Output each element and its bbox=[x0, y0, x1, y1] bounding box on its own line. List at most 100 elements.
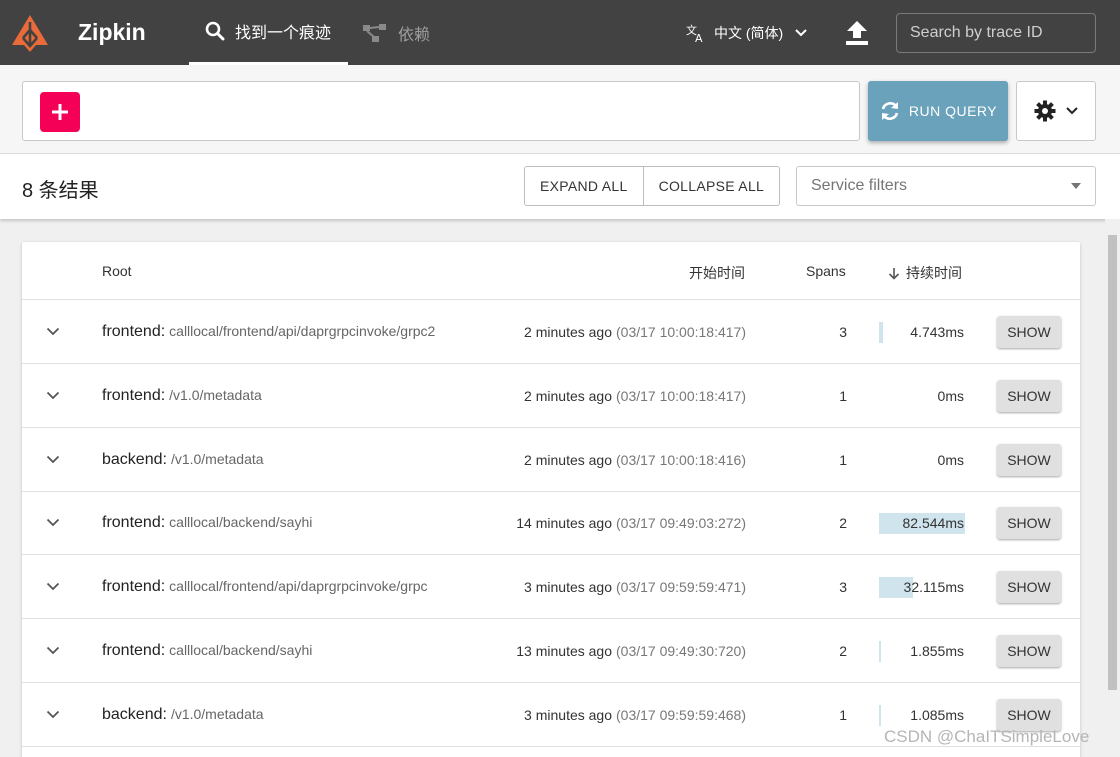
table-row[interactable]: frontend: calllocal/backend/sayhi 14 minut… bbox=[22, 491, 1080, 556]
zipkin-logo-icon[interactable] bbox=[9, 12, 51, 54]
root-span-name: frontend: calllocal/frontend/api/daprgrpc… bbox=[102, 578, 428, 596]
run-query-button[interactable]: RUN QUERY bbox=[868, 81, 1008, 141]
search-icon bbox=[205, 21, 225, 41]
start-time-absolute: (03/17 10:00:18:416) bbox=[616, 451, 746, 468]
expand-row-chevron-icon[interactable] bbox=[46, 452, 60, 466]
page-scrollbar[interactable] bbox=[1105, 219, 1120, 757]
language-label: 中文 (简体) bbox=[714, 24, 784, 41]
start-time-relative: 3 minutes ago bbox=[524, 579, 612, 596]
start-time-relative: 2 minutes ago bbox=[524, 324, 612, 340]
brand-name[interactable]: Zipkin bbox=[78, 19, 146, 46]
column-header-root[interactable]: Root bbox=[102, 263, 132, 279]
root-span-name: backend:/v1.0/metadata bbox=[102, 706, 264, 724]
query-criteria-box[interactable] bbox=[22, 81, 860, 141]
expand-collapse-group: EXPAND ALL COLLAPSE ALL bbox=[524, 166, 781, 206]
upload-icon[interactable] bbox=[845, 20, 869, 46]
tab-dependencies[interactable]: 依赖 bbox=[362, 0, 452, 65]
column-header-spans[interactable]: Spans bbox=[806, 263, 846, 279]
expand-row-chevron-icon[interactable] bbox=[46, 707, 60, 721]
table-row[interactable]: frontend:/v1.0/metadata 2 minutes ago (03/… bbox=[22, 364, 1080, 428]
start-time: 3 minutes ago (03/17 09:59:59:468) bbox=[524, 707, 746, 723]
span-path: calllocal/backend/sayhi bbox=[169, 642, 313, 658]
gear-icon bbox=[1034, 100, 1056, 122]
span-path: /v1.0/metadata bbox=[169, 386, 262, 403]
root-span-name: frontend: calllocal/frontend/api/daprgrpc… bbox=[102, 323, 435, 341]
scrollbar-thumb[interactable] bbox=[1108, 235, 1117, 690]
expand-all-button[interactable]: EXPAND ALL bbox=[525, 167, 643, 205]
root-span-name: frontend: calllocal/backend/sayhi bbox=[102, 514, 312, 532]
start-time: 2 minutes ago (03/17 10:00:18:417) bbox=[524, 324, 746, 340]
column-header-start-time[interactable]: 开始时间 bbox=[689, 263, 745, 283]
table-row[interactable]: frontend: calllocal/frontend/api/daprgrpc… bbox=[22, 555, 1080, 620]
span-path: /v1.0/metadata bbox=[170, 705, 264, 722]
duration-bar bbox=[879, 704, 881, 726]
span-path: calllocal/frontend/api/daprgrpcinvoke/gr… bbox=[169, 323, 436, 339]
duration-value: 0ms bbox=[937, 451, 964, 468]
watermark: CSDN @ChaITSimpleLove bbox=[884, 727, 1090, 746]
collapse-all-button[interactable]: COLLAPSE ALL bbox=[642, 167, 780, 205]
expand-row-chevron-icon[interactable] bbox=[46, 579, 60, 593]
duration-value: 32.115ms bbox=[903, 579, 964, 596]
sort-arrow-down-icon bbox=[888, 267, 900, 280]
show-trace-button[interactable]: SHOW bbox=[997, 507, 1061, 540]
service-name: frontend: bbox=[102, 386, 166, 404]
span-count: 2 bbox=[839, 643, 847, 659]
span-count: 2 bbox=[839, 515, 847, 532]
column-header-duration[interactable]: 持续时间 bbox=[888, 263, 962, 283]
show-trace-button[interactable]: SHOW bbox=[997, 571, 1061, 604]
span-path: /v1.0/metadata bbox=[170, 450, 264, 467]
service-name: frontend: bbox=[102, 323, 166, 340]
column-header-duration-label: 持续时间 bbox=[906, 265, 962, 281]
start-time-relative: 3 minutes ago bbox=[524, 706, 612, 723]
tab-find-trace[interactable]: 找到一个痕迹 bbox=[189, 0, 348, 65]
table-row[interactable]: frontend: calllocal/frontend/api/daprgrpc… bbox=[22, 300, 1080, 364]
span-count: 1 bbox=[839, 706, 847, 723]
show-trace-button[interactable]: SHOW bbox=[997, 443, 1061, 476]
query-area: RUN QUERY bbox=[0, 65, 1120, 154]
show-trace-button[interactable]: SHOW bbox=[997, 635, 1061, 667]
span-path: calllocal/frontend/api/daprgrpcinvoke/gr… bbox=[169, 578, 428, 595]
start-time-absolute: (03/17 09:49:03:272) bbox=[616, 515, 746, 532]
dropdown-arrow-icon bbox=[1071, 183, 1081, 189]
start-time: 2 minutes ago (03/17 10:00:18:417) bbox=[524, 388, 746, 404]
root-span-name: frontend:/v1.0/metadata bbox=[102, 387, 262, 405]
table-row[interactable]: backend:/v1.0/metadata 2 minutes ago (03/1… bbox=[22, 428, 1080, 492]
span-count: 3 bbox=[839, 579, 847, 596]
duration-bar bbox=[879, 322, 883, 343]
svg-text:A: A bbox=[695, 32, 703, 43]
show-trace-button[interactable]: SHOW bbox=[997, 698, 1061, 731]
table-row[interactable]: frontend: calllocal/backend/sayhi 13 minut… bbox=[22, 619, 1080, 683]
show-trace-button[interactable]: SHOW bbox=[997, 379, 1061, 412]
show-trace-button[interactable]: SHOW bbox=[997, 316, 1061, 348]
start-time: 13 minutes ago (03/17 09:49:30:720) bbox=[516, 643, 746, 659]
expand-row-chevron-icon[interactable] bbox=[46, 324, 60, 338]
run-query-label: RUN QUERY bbox=[908, 103, 998, 119]
expand-row-chevron-icon[interactable] bbox=[46, 388, 60, 402]
translate-icon: 文 A bbox=[686, 23, 703, 43]
add-criteria-button[interactable] bbox=[40, 92, 80, 132]
chevron-down-icon bbox=[795, 28, 807, 36]
dependencies-icon bbox=[363, 23, 386, 42]
service-name: backend: bbox=[102, 705, 167, 723]
service-filter-select[interactable]: Service filters bbox=[796, 166, 1096, 206]
trace-id-search-input[interactable] bbox=[896, 13, 1096, 53]
settings-dropdown-button[interactable] bbox=[1016, 81, 1096, 141]
expand-row-chevron-icon[interactable] bbox=[46, 643, 60, 657]
root-span-name: frontend: calllocal/backend/sayhi bbox=[102, 642, 312, 660]
start-time-relative: 2 minutes ago bbox=[524, 387, 612, 404]
start-time: 2 minutes ago (03/17 10:00:18:416) bbox=[524, 452, 746, 468]
start-time: 14 minutes ago (03/17 09:49:03:272) bbox=[516, 515, 746, 531]
duration-value: 4.743ms bbox=[910, 324, 964, 340]
root-span-name: backend:/v1.0/metadata bbox=[102, 451, 264, 469]
start-time-absolute: (03/17 09:49:30:720) bbox=[616, 643, 746, 659]
duration-bar bbox=[879, 641, 881, 662]
language-selector[interactable]: 文 A 中文 (简体) bbox=[686, 0, 807, 65]
start-time-absolute: (03/17 10:00:18:417) bbox=[616, 387, 746, 404]
start-time-absolute: (03/17 10:00:18:417) bbox=[616, 324, 746, 340]
chevron-down-icon bbox=[1066, 107, 1078, 115]
tab-dependencies-label: 依赖 bbox=[398, 26, 431, 44]
start-time-relative: 2 minutes ago bbox=[524, 451, 612, 468]
expand-row-chevron-icon[interactable] bbox=[46, 515, 60, 529]
top-app-bar: Zipkin 找到一个痕迹 依赖 文 A 中文 (简体) bbox=[0, 0, 1120, 65]
start-time: 3 minutes ago (03/17 09:59:59:471) bbox=[524, 579, 746, 595]
